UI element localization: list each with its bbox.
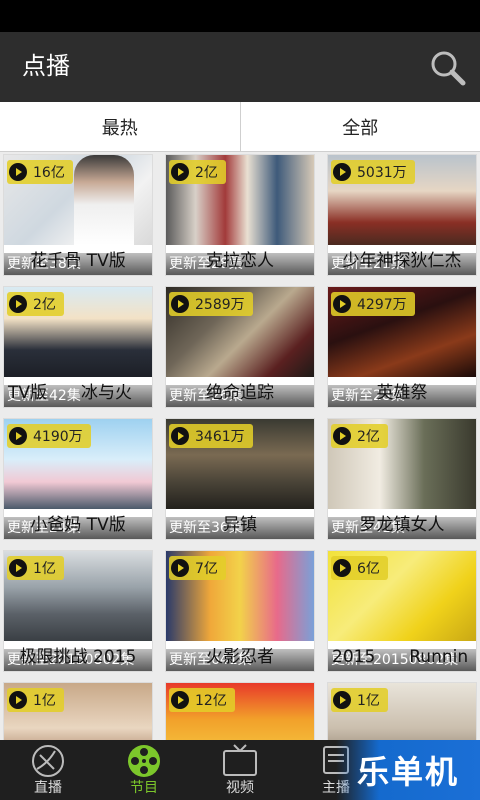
view-count-badge: 7亿: [169, 556, 226, 580]
video-title: 罗龙镇女人: [359, 515, 445, 535]
view-count-badge: 6亿: [331, 556, 388, 580]
view-count: 2亿: [357, 429, 380, 445]
video-card[interactable]: 4297万 更新至28集 英雄祭: [327, 286, 477, 408]
view-count: 1亿: [33, 561, 56, 577]
view-count: 2589万: [195, 297, 245, 313]
view-count: 16亿: [33, 165, 65, 181]
video-title: 火影忍者: [206, 647, 274, 667]
view-count: 1亿: [33, 693, 56, 709]
video-title: 绝命追踪: [206, 383, 274, 403]
view-count: 2亿: [195, 165, 218, 181]
play-icon: [171, 559, 189, 577]
play-icon: [171, 163, 189, 181]
video-card[interactable]: 3461万 更新至36集 异镇: [165, 418, 315, 540]
play-icon: [171, 691, 189, 709]
view-count-badge: 12亿: [169, 688, 235, 712]
view-count: 2亿: [33, 297, 56, 313]
nav-label-live: 直播: [34, 780, 62, 796]
video-title: 小爸妈 TV版: [30, 515, 126, 535]
view-count: 1亿: [357, 693, 380, 709]
nav-label-video: 视频: [226, 780, 254, 796]
app-bar: 点播: [0, 32, 480, 102]
search-button[interactable]: [428, 48, 468, 88]
video-card[interactable]: 16亿 更新至38集 花千骨 TV版: [3, 154, 153, 276]
view-count-badge: 16亿: [7, 160, 73, 184]
video-grid: 16亿 更新至38集 花千骨 TV版 2亿 更新至28集 克拉恋人 5031万 …: [0, 152, 480, 740]
video-title: 花千骨 TV版: [30, 251, 126, 271]
play-icon: [333, 691, 351, 709]
nav-label-programs: 节目: [130, 780, 158, 796]
tv-icon: [223, 744, 257, 776]
play-icon: [333, 427, 351, 445]
nav-item-programs[interactable]: 节目: [96, 740, 192, 800]
view-count: 12亿: [195, 693, 227, 709]
view-count-badge: 1亿: [331, 688, 388, 712]
video-title: 2015 Runnin: [332, 647, 469, 667]
play-icon: [333, 559, 351, 577]
play-icon: [9, 691, 27, 709]
video-card[interactable]: 1亿: [327, 682, 477, 740]
search-icon: [431, 51, 466, 86]
video-card[interactable]: 1亿: [3, 682, 153, 740]
view-count-badge: 3461万: [169, 424, 253, 448]
film-reel-icon: [128, 745, 160, 777]
play-icon: [9, 427, 27, 445]
video-title: 异镇: [223, 515, 257, 535]
filter-tab-hottest[interactable]: 最热: [0, 102, 240, 151]
view-count-badge: 1亿: [7, 556, 64, 580]
play-icon: [333, 295, 351, 313]
video-title: 英雄祭: [376, 383, 428, 403]
filter-tab-all[interactable]: 全部: [239, 102, 480, 151]
video-card[interactable]: 1亿 更新至20150802集 极限挑战 2015: [3, 550, 153, 672]
view-count: 5031万: [357, 165, 407, 181]
filter-bar: 最热 全部: [0, 102, 480, 152]
play-icon: [171, 427, 189, 445]
view-count-badge: 4190万: [7, 424, 91, 448]
play-icon: [171, 295, 189, 313]
video-card[interactable]: 2589万 更新至26集 绝命追踪: [165, 286, 315, 408]
video-title: TV版 冰与火: [8, 383, 133, 403]
video-title: 少年神探狄仁杰: [342, 251, 462, 271]
video-card[interactable]: 12亿: [165, 682, 315, 740]
video-card[interactable]: 2亿 更新至28集 克拉恋人: [165, 154, 315, 276]
play-icon: [9, 295, 27, 313]
view-count-badge: 4297万: [331, 292, 415, 316]
satellite-dish-icon: [32, 745, 64, 777]
view-count-badge: 2亿: [169, 160, 226, 184]
video-title: 克拉恋人: [206, 251, 274, 271]
video-card[interactable]: 4190万 更新至24集 小爸妈 TV版: [3, 418, 153, 540]
video-title: 极限挑战 2015: [19, 647, 137, 667]
nav-item-live[interactable]: 直播: [0, 740, 96, 800]
view-count: 6亿: [357, 561, 380, 577]
video-card[interactable]: 7亿 更新至641集 火影忍者: [165, 550, 315, 672]
thumbnail-figure: [74, 155, 134, 245]
page-title: 点播: [22, 52, 70, 80]
view-count-badge: 2589万: [169, 292, 253, 316]
video-card[interactable]: 6亿 更新至20150802集 2015 Runnin: [327, 550, 477, 672]
video-card[interactable]: 5031万 更新至21集 少年神探狄仁杰: [327, 154, 477, 276]
view-count-badge: 2亿: [331, 424, 388, 448]
watermark-logo: 乐单机: [336, 740, 480, 800]
video-card[interactable]: 2亿 更新至42集 TV版 冰与火: [3, 286, 153, 408]
nav-item-video[interactable]: 视频: [192, 740, 288, 800]
view-count: 4190万: [33, 429, 83, 445]
play-icon: [9, 163, 27, 181]
view-count-badge: 2亿: [7, 292, 64, 316]
video-card[interactable]: 2亿 更新至41集 罗龙镇女人: [327, 418, 477, 540]
play-icon: [333, 163, 351, 181]
play-icon: [9, 559, 27, 577]
view-count: 7亿: [195, 561, 218, 577]
view-count-badge: 1亿: [7, 688, 64, 712]
status-bar: [0, 0, 480, 32]
view-count: 3461万: [195, 429, 245, 445]
view-count: 4297万: [357, 297, 407, 313]
watermark-text: 乐单机: [356, 753, 459, 791]
view-count-badge: 5031万: [331, 160, 415, 184]
